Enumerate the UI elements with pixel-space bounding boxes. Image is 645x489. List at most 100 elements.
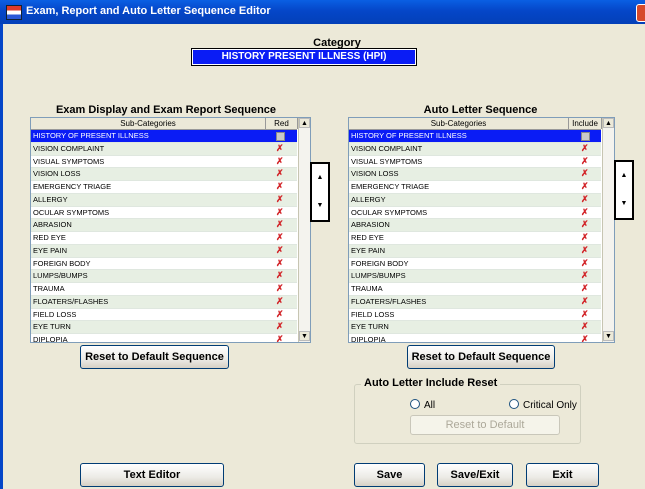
table-row[interactable]: ALLERGY bbox=[349, 193, 601, 207]
save-button[interactable]: Save bbox=[354, 463, 425, 487]
table-row[interactable]: ABRASION bbox=[31, 218, 297, 232]
table-row[interactable]: VISUAL SYMPTOMS bbox=[31, 155, 297, 169]
radio-all[interactable]: All bbox=[410, 399, 435, 411]
checked-x-icon[interactable] bbox=[276, 282, 284, 295]
checked-x-icon[interactable] bbox=[276, 142, 284, 155]
table-row[interactable]: VISION LOSS bbox=[31, 167, 297, 181]
table-row[interactable]: RED EYE bbox=[349, 231, 601, 245]
table-row[interactable]: RED EYE bbox=[31, 231, 297, 245]
checked-x-icon[interactable] bbox=[276, 257, 284, 270]
table-row[interactable]: OCULAR SYMPTOMS bbox=[31, 206, 297, 220]
unchecked-box-icon[interactable] bbox=[581, 132, 590, 141]
table-row[interactable]: DIPLOPIA bbox=[349, 333, 601, 342]
table-row[interactable]: TRAUMA bbox=[31, 282, 297, 296]
reset-to-default-button[interactable]: Reset to Default bbox=[410, 415, 560, 435]
auto-letter-scrollbar[interactable]: ▲ ▼ bbox=[602, 118, 614, 342]
table-row[interactable]: LUMPS/BUMPS bbox=[31, 269, 297, 283]
table-row[interactable]: EYE TURN bbox=[31, 320, 297, 334]
checked-x-icon[interactable] bbox=[276, 218, 284, 231]
radio-critical-only[interactable]: Critical Only bbox=[509, 399, 577, 411]
checked-x-icon[interactable] bbox=[581, 320, 589, 333]
table-row[interactable]: ABRASION bbox=[349, 218, 601, 232]
checked-x-icon[interactable] bbox=[276, 244, 284, 257]
exam-grid-scrollbar[interactable]: ▲ ▼ bbox=[298, 118, 310, 342]
move-down-icon[interactable]: ▼ bbox=[314, 194, 326, 218]
table-row[interactable]: LUMPS/BUMPS bbox=[349, 269, 601, 283]
table-row[interactable]: VISUAL SYMPTOMS bbox=[349, 155, 601, 169]
checked-x-icon[interactable] bbox=[581, 257, 589, 270]
exit-button[interactable]: Exit bbox=[526, 463, 599, 487]
table-row[interactable]: FIELD LOSS bbox=[349, 308, 601, 322]
exam-sequence-grid[interactable]: Sub-Categories Red HISTORY OF PRESENT IL… bbox=[30, 117, 311, 343]
table-row[interactable]: VISION COMPLAINT bbox=[349, 142, 601, 156]
table-row[interactable]: HISTORY OF PRESENT ILLNESS bbox=[31, 130, 297, 143]
table-row[interactable]: FIELD LOSS bbox=[31, 308, 297, 322]
table-row[interactable]: EMERGENCY TRIAGE bbox=[349, 180, 601, 194]
checked-x-icon[interactable] bbox=[276, 206, 284, 219]
scroll-down-arrow-icon[interactable]: ▼ bbox=[603, 331, 614, 341]
checked-x-icon[interactable] bbox=[581, 218, 589, 231]
table-row[interactable]: EYE PAIN bbox=[31, 244, 297, 258]
table-row[interactable]: TRAUMA bbox=[349, 282, 601, 296]
checked-x-icon[interactable] bbox=[581, 282, 589, 295]
checked-x-icon[interactable] bbox=[276, 295, 284, 308]
radio-dot-icon[interactable] bbox=[509, 399, 519, 409]
table-row[interactable]: FLOATERS/FLASHES bbox=[31, 295, 297, 309]
checked-x-icon[interactable] bbox=[581, 142, 589, 155]
checked-x-icon[interactable] bbox=[581, 295, 589, 308]
table-row[interactable]: EYE PAIN bbox=[349, 244, 601, 258]
unchecked-box-icon[interactable] bbox=[276, 132, 285, 141]
table-row[interactable]: EMERGENCY TRIAGE bbox=[31, 180, 297, 194]
checked-x-icon[interactable] bbox=[581, 155, 589, 168]
checked-x-icon[interactable] bbox=[581, 167, 589, 180]
checked-x-icon[interactable] bbox=[276, 320, 284, 333]
checked-x-icon[interactable] bbox=[581, 206, 589, 219]
save-exit-button[interactable]: Save/Exit bbox=[437, 463, 513, 487]
checked-x-icon[interactable] bbox=[276, 231, 284, 244]
checked-x-icon[interactable] bbox=[276, 333, 284, 342]
table-row[interactable]: EYE TURN bbox=[349, 320, 601, 334]
table-row[interactable]: VISION COMPLAINT bbox=[31, 142, 297, 156]
table-row[interactable]: FLOATERS/FLASHES bbox=[349, 295, 601, 309]
move-down-icon[interactable]: ▼ bbox=[618, 192, 630, 216]
subcategory-name: FOREIGN BODY bbox=[33, 258, 91, 268]
scroll-down-arrow-icon[interactable]: ▼ bbox=[299, 331, 310, 341]
checked-x-icon[interactable] bbox=[581, 244, 589, 257]
table-row[interactable]: HISTORY OF PRESENT ILLNESS bbox=[349, 130, 601, 143]
checked-x-icon[interactable] bbox=[276, 167, 284, 180]
col-red[interactable]: Red bbox=[266, 118, 298, 129]
table-row[interactable]: OCULAR SYMPTOMS bbox=[349, 206, 601, 220]
checked-x-icon[interactable] bbox=[581, 231, 589, 244]
col-subcategories[interactable]: Sub-Categories bbox=[349, 118, 569, 129]
close-window-button[interactable] bbox=[636, 4, 645, 22]
subcategory-name: LUMPS/BUMPS bbox=[351, 271, 406, 281]
col-subcategories[interactable]: Sub-Categories bbox=[31, 118, 266, 129]
checked-x-icon[interactable] bbox=[581, 269, 589, 282]
title-bar[interactable]: Exam, Report and Auto Letter Sequence Ed… bbox=[0, 0, 645, 24]
scroll-up-arrow-icon[interactable]: ▲ bbox=[299, 118, 310, 128]
auto-letter-grid[interactable]: Sub-Categories Include HISTORY OF PRESEN… bbox=[348, 117, 615, 343]
table-row[interactable]: ALLERGY bbox=[31, 193, 297, 207]
auto-letter-reset-sequence-button[interactable]: Reset to Default Sequence bbox=[407, 345, 555, 369]
checked-x-icon[interactable] bbox=[581, 193, 589, 206]
subcategory-name: EMERGENCY TRIAGE bbox=[351, 182, 430, 191]
checked-x-icon[interactable] bbox=[581, 180, 589, 193]
radio-dot-icon[interactable] bbox=[410, 399, 420, 409]
table-row[interactable]: FOREIGN BODY bbox=[31, 257, 297, 271]
table-row[interactable]: VISION LOSS bbox=[349, 167, 601, 181]
checked-x-icon[interactable] bbox=[276, 269, 284, 282]
table-row[interactable]: FOREIGN BODY bbox=[349, 257, 601, 271]
table-row[interactable]: DIPLOPIA bbox=[31, 333, 297, 342]
checked-x-icon[interactable] bbox=[581, 333, 589, 342]
text-editor-button[interactable]: Text Editor bbox=[80, 463, 224, 487]
checked-x-icon[interactable] bbox=[276, 193, 284, 206]
checked-x-icon[interactable] bbox=[276, 308, 284, 321]
scroll-up-arrow-icon[interactable]: ▲ bbox=[603, 118, 614, 128]
checked-x-icon[interactable] bbox=[276, 155, 284, 168]
move-up-icon[interactable]: ▲ bbox=[618, 164, 630, 188]
col-include[interactable]: Include bbox=[569, 118, 602, 129]
checked-x-icon[interactable] bbox=[276, 180, 284, 193]
checked-x-icon[interactable] bbox=[581, 308, 589, 321]
move-up-icon[interactable]: ▲ bbox=[314, 166, 326, 190]
exam-reset-sequence-button[interactable]: Reset to Default Sequence bbox=[80, 345, 229, 369]
